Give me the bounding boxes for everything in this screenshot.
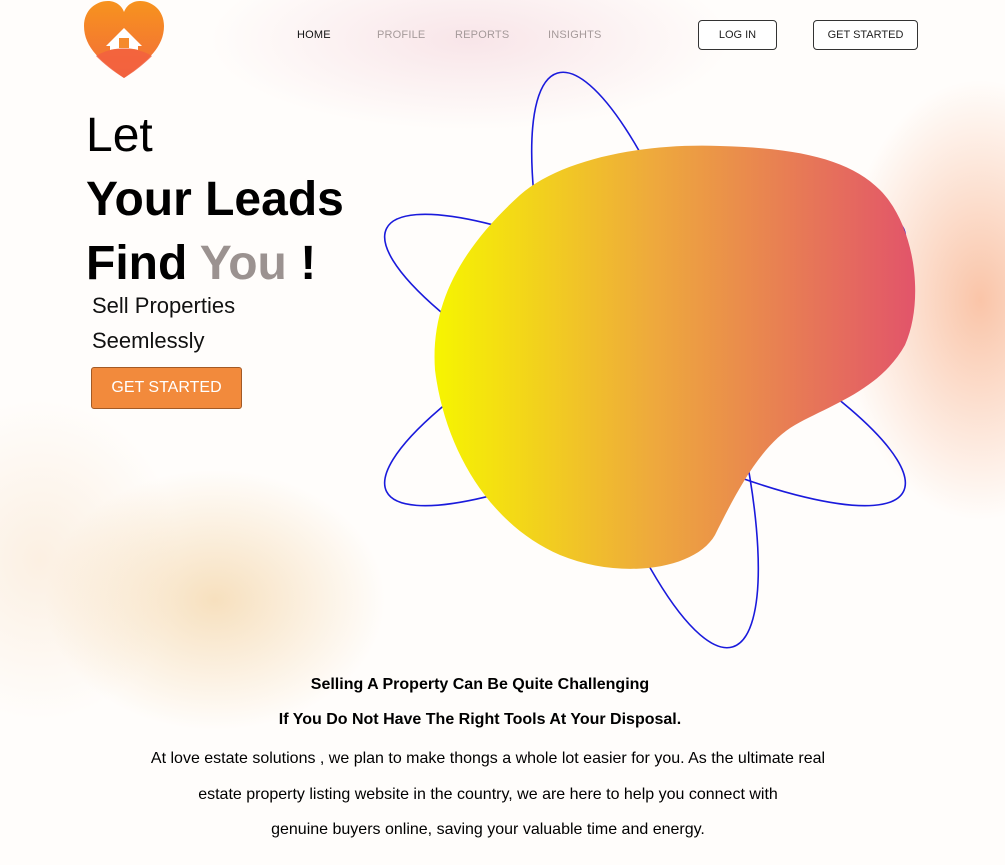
nav-reports[interactable]: REPORTS <box>455 29 509 41</box>
gradient-blob <box>434 145 916 569</box>
about-text-line-2: estate property listing website in the c… <box>198 786 778 803</box>
hero-subtitle-1: Sell Properties <box>92 293 236 318</box>
hero-you-word: You <box>199 237 287 290</box>
hero-line-3: Find You ! <box>86 240 316 288</box>
nav-insights[interactable]: INSIGHTS <box>548 29 602 41</box>
hero-subtitle-2: Seemlessly <box>92 328 205 353</box>
about-text-line-3: genuine buyers online, saving your valua… <box>271 821 705 838</box>
hero-line-1: Let <box>86 109 153 162</box>
hero-line-2: Your Leads <box>86 173 344 226</box>
get-started-nav-button[interactable]: GET STARTED <box>813 20 918 50</box>
hero-get-started-button[interactable]: GET STARTED <box>91 367 242 409</box>
hero-find-word: Find <box>86 237 188 290</box>
nav-profile[interactable]: PROFILE <box>377 29 425 41</box>
about-text-line-1: At love estate solutions , we plan to ma… <box>150 750 826 767</box>
about-heading-2: If You Do Not Have The Right Tools At Yo… <box>278 711 682 728</box>
nav-home[interactable]: HOME <box>297 29 331 41</box>
heart-house-icon[interactable] <box>82 0 166 80</box>
hero-blob-illustration <box>383 71 916 649</box>
hero-exclamation: ! <box>300 237 317 290</box>
login-button[interactable]: LOG IN <box>698 20 777 50</box>
about-heading-1: Selling A Property Can Be Quite Challeng… <box>310 676 650 693</box>
